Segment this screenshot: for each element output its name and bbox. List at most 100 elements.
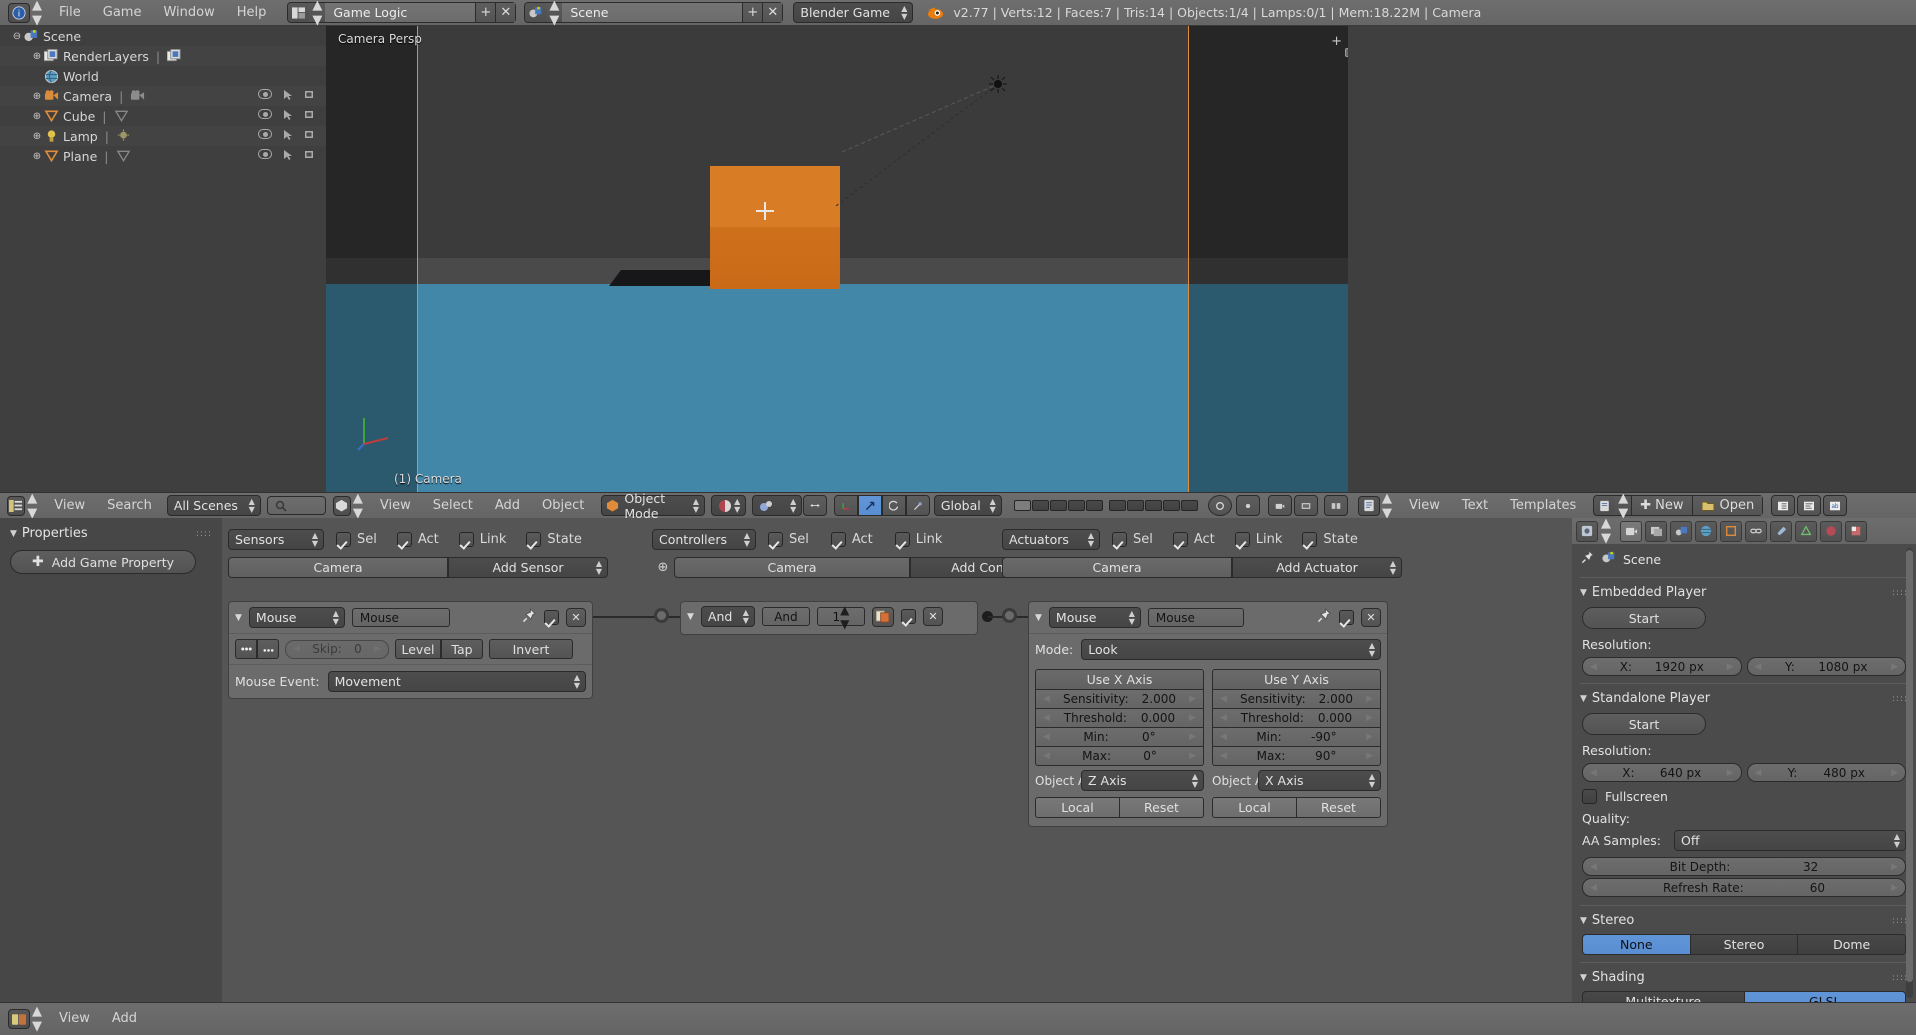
- interaction-mode-selector[interactable]: Object Mode ▲ ▼: [601, 491, 706, 521]
- renderlayers-icon[interactable]: [166, 48, 182, 64]
- controllers-link-checkbox[interactable]: [894, 532, 910, 547]
- standalone-x-inc-arrow[interactable]: ▶: [1727, 768, 1734, 778]
- refresh-rate-field[interactable]: ◀ Refresh Rate: 60 ▶: [1582, 878, 1906, 897]
- outliner-expander-icon[interactable]: ⊖: [10, 31, 24, 42]
- outliner-row-toggles[interactable]: [258, 108, 326, 124]
- node-editor-shortcut-button[interactable]: [1324, 495, 1349, 516]
- controllers-filter-sel[interactable]: Sel: [768, 532, 809, 547]
- restrict-view-icon[interactable]: [258, 128, 272, 139]
- text-datablock-arrows[interactable]: ▲ ▼: [1618, 491, 1628, 521]
- restrict-view-icon[interactable]: [258, 88, 272, 99]
- outliner-row-world[interactable]: World: [0, 66, 326, 86]
- add-sensor-button[interactable]: Add Sensor ▲ ▼: [448, 557, 608, 578]
- actuator-enabled-checkbox[interactable]: [1339, 610, 1354, 625]
- outliner-expander-icon[interactable]: ⊕: [30, 151, 44, 162]
- properties-panel-collapse-icon[interactable]: ▼: [10, 529, 17, 539]
- add-game-property-button[interactable]: ✚ Add Game Property: [10, 550, 196, 574]
- fullscreen-row[interactable]: Fullscreen: [1572, 782, 1916, 807]
- actuators-filter-link[interactable]: Link: [1234, 532, 1282, 547]
- y-max-field[interactable]: ◀ Max: 90° ▶: [1212, 747, 1381, 766]
- y-sens-dec-arrow[interactable]: ◀: [1220, 694, 1227, 704]
- restrict-view-icon[interactable]: [258, 108, 272, 119]
- outliner-row-toggles[interactable]: [258, 148, 326, 164]
- open-text-button[interactable]: Open: [1691, 496, 1763, 515]
- restrict-render-icon[interactable]: [304, 149, 316, 164]
- screen-layout-selector[interactable]: ▲ ▼ Game Logic + ✕: [287, 0, 517, 28]
- text-menu-view[interactable]: View: [1398, 495, 1451, 517]
- stereo-section-header[interactable]: ▼ Stereo ::::: [1572, 909, 1916, 932]
- restrict-select-icon[interactable]: [282, 149, 294, 164]
- embedded-res-x-field[interactable]: ◀ X: 1920 px ▶: [1582, 657, 1742, 676]
- standalone-x-dec-arrow[interactable]: ◀: [1590, 768, 1597, 778]
- scene-selector[interactable]: ▲ ▼ Scene + ✕: [524, 0, 784, 28]
- controller-delete-button[interactable]: ✕: [922, 607, 943, 626]
- actuator-name-input[interactable]: Mouse: [1147, 608, 1244, 627]
- pin-id-icon[interactable]: [1581, 549, 1595, 568]
- outliner-display-mode[interactable]: All Scenes ▲ ▼: [166, 495, 261, 516]
- cube-object[interactable]: [710, 166, 840, 289]
- sensors-link-checkbox[interactable]: [458, 532, 474, 547]
- outliner-expander-icon[interactable]: ⊕: [30, 111, 44, 122]
- x-sensitivity-field[interactable]: ◀ Sensitivity: 2.000 ▶: [1035, 690, 1204, 709]
- constraints-tab[interactable]: [1745, 520, 1767, 542]
- text-datablock-selector[interactable]: ▲ ▼ ✚ New Open: [1593, 491, 1764, 521]
- outliner-row-renderlayers[interactable]: ⊕ RenderLayers |: [0, 46, 326, 66]
- text-editor-type-icon[interactable]: [1358, 495, 1380, 516]
- snap-during-transform-button[interactable]: [803, 495, 828, 516]
- y-max-inc-arrow[interactable]: ▶: [1366, 751, 1373, 761]
- panel-drag-grip[interactable]: ::::: [196, 529, 212, 539]
- world-tab[interactable]: [1695, 520, 1717, 542]
- viewport-type-arrows[interactable]: ▲ ▼: [353, 491, 363, 521]
- y-max-dec-arrow[interactable]: ◀: [1220, 751, 1227, 761]
- proportional-edit-button[interactable]: [1235, 495, 1260, 516]
- controllers-expand-icon[interactable]: ⊕: [652, 560, 674, 575]
- x-sens-dec-arrow[interactable]: ◀: [1043, 694, 1050, 704]
- shading-collapse-icon[interactable]: ▼: [1580, 973, 1587, 983]
- y-sensitivity-field[interactable]: ◀ Sensitivity: 2.000 ▶: [1212, 690, 1381, 709]
- menu-window[interactable]: Window: [152, 2, 225, 24]
- mesh-data-icon[interactable]: [116, 149, 131, 164]
- x-thr-inc-arrow[interactable]: ▶: [1189, 713, 1196, 723]
- word-wrap-button[interactable]: [1797, 495, 1822, 516]
- x-thr-dec-arrow[interactable]: ◀: [1043, 713, 1050, 723]
- lamp-data-icon[interactable]: [116, 128, 131, 144]
- x-max-inc-arrow[interactable]: ▶: [1189, 751, 1196, 761]
- refresh-rate-dec-arrow[interactable]: ◀: [1590, 883, 1597, 893]
- sensor-expand-icon[interactable]: ▼: [235, 613, 242, 623]
- outliner-row-camera[interactable]: ⊕ Camera |: [0, 86, 326, 106]
- sensor-name-input[interactable]: Mouse: [351, 608, 450, 627]
- layer-buttons[interactable]: [1013, 500, 1198, 511]
- y-thr-inc-arrow[interactable]: ▶: [1366, 713, 1373, 723]
- screen-layout-name[interactable]: Game Logic: [325, 3, 476, 22]
- menu-file[interactable]: File: [48, 2, 92, 24]
- outliner-row-toggles[interactable]: [258, 88, 326, 104]
- outliner-row-toggles[interactable]: [258, 128, 326, 144]
- restrict-render-icon[interactable]: [304, 109, 316, 124]
- pivot-point-selector[interactable]: ▲ ▼: [752, 495, 803, 516]
- sensor-delete-button[interactable]: ✕: [566, 608, 586, 627]
- actuators-act-checkbox[interactable]: [1172, 532, 1188, 547]
- stereo-collapse-icon[interactable]: ▼: [1580, 916, 1587, 926]
- viewport-menu-add[interactable]: Add: [484, 495, 531, 517]
- actuators-sel-checkbox[interactable]: [1112, 532, 1127, 547]
- actuator-delete-button[interactable]: ✕: [1361, 608, 1381, 627]
- controllers-filter-link[interactable]: Link: [894, 532, 942, 547]
- outliner-menu-search[interactable]: Search: [96, 495, 163, 517]
- rotate-manipulator-button[interactable]: [881, 495, 906, 516]
- controllers-object-name[interactable]: Camera: [674, 557, 910, 578]
- editor-type-arrows[interactable]: ▲ ▼: [32, 0, 42, 28]
- outliner-menu-view[interactable]: View: [43, 495, 96, 517]
- viewport-editor-type-icon[interactable]: [332, 495, 351, 516]
- embedded-player-section-header[interactable]: ▼ Embedded Player ::::: [1572, 581, 1916, 604]
- logic-menu-view[interactable]: View: [48, 1008, 101, 1030]
- sensor-type-selector[interactable]: Mouse ▲ ▼: [248, 607, 345, 628]
- outliner-expander-icon[interactable]: ⊕: [30, 51, 44, 62]
- x-sens-inc-arrow[interactable]: ▶: [1189, 694, 1196, 704]
- render-engine-selector[interactable]: Blender Game ▲ ▼: [793, 2, 914, 23]
- translate-manipulator-button[interactable]: [857, 495, 882, 516]
- x-reset-button[interactable]: Reset: [1119, 797, 1204, 818]
- y-reset-button[interactable]: Reset: [1296, 797, 1381, 818]
- refresh-rate-inc-arrow[interactable]: ▶: [1891, 883, 1898, 893]
- outliner-row-scene[interactable]: ⊖ Scene: [0, 26, 326, 46]
- bit-depth-inc-arrow[interactable]: ▶: [1891, 862, 1898, 872]
